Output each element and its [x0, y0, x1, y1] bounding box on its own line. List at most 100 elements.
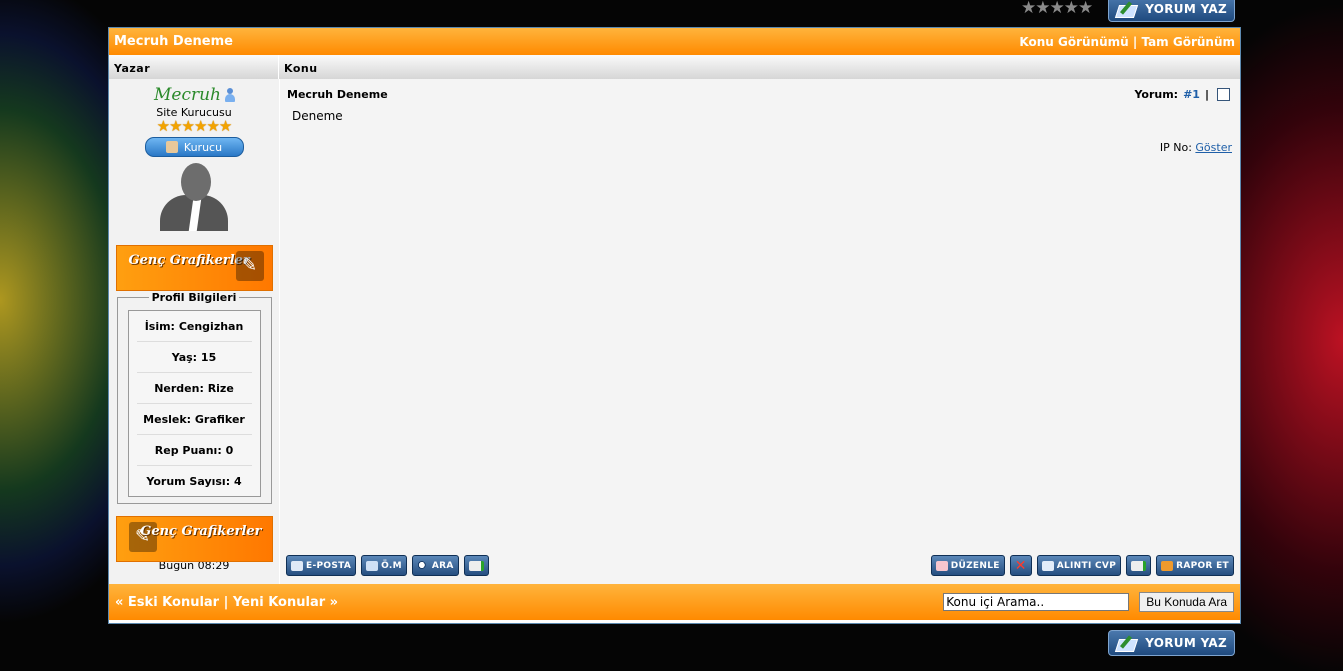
search-user-button[interactable]: ARA — [411, 555, 459, 576]
quote-icon — [1041, 560, 1054, 571]
profile-row: Meslek: Grafiker — [136, 404, 252, 435]
author-username[interactable]: Mecruh — [154, 85, 221, 105]
multi-quote-icon — [1131, 560, 1147, 571]
show-ip-link[interactable]: Göster — [1195, 141, 1232, 154]
reply-button-top[interactable]: YORUM YAZ — [1108, 0, 1235, 22]
thread-header: Mecruh Deneme Konu Görünümü | Tam Görünü… — [109, 28, 1240, 55]
select-post-checkbox[interactable] — [1217, 88, 1230, 101]
author-banner-top: Genç Grafikerler ✎ — [115, 245, 273, 291]
threaded-view-link[interactable]: Konu Görünümü — [1019, 35, 1128, 49]
post-title: Mecruh Deneme — [287, 88, 388, 101]
post-number: Yorum: #1 | — [1134, 88, 1230, 101]
ip-info: IP No: Göster — [1160, 141, 1232, 154]
reply-button-label: YORUM YAZ — [1145, 2, 1227, 16]
avatar-head — [181, 163, 211, 201]
brush-icon: ✎ — [235, 251, 264, 281]
thread-nav-links: « Eski Konular | Yeni Konular » — [115, 595, 338, 610]
post-content: Deneme — [292, 109, 343, 123]
post-footer: Bugün 08:29 E-POSTA Ö.M ARA DÜZENLE ✕ AL… — [109, 547, 1240, 584]
online-user-icon — [225, 88, 235, 102]
write-icon — [1115, 1, 1139, 17]
profile-value: 15 — [200, 350, 217, 364]
older-threads-link[interactable]: « Eski Konular — [115, 595, 219, 610]
rank-badge-label: Kurucu — [183, 140, 223, 154]
reply-button-bottom[interactable]: YORUM YAZ — [1108, 630, 1235, 656]
profile-value: Rize — [207, 381, 234, 395]
profile-value: 0 — [225, 443, 234, 457]
post-number-separator: | — [1204, 88, 1209, 101]
search-button-label: ARA — [431, 560, 454, 571]
nav-separator: | — [223, 594, 229, 610]
rank-stars: ★★★★★★ — [156, 117, 233, 135]
thread-title: Mecruh Deneme — [114, 34, 233, 49]
thread-search-button[interactable]: Bu Konuda Ara — [1139, 592, 1234, 612]
report-button-label: RAPOR ET — [1176, 560, 1229, 571]
view-mode-links: Konu Görünümü | Tam Görünüm — [1019, 35, 1235, 49]
top-toolbar: ★★★★★ YORUM YAZ — [1021, 0, 1235, 22]
profile-label: Rep Puanı: — [154, 443, 222, 457]
avatar — [158, 161, 230, 233]
profile-info-box: Profil Bilgileri İsim: Cengizhan Yaş: 15… — [116, 291, 272, 504]
private-message-button[interactable]: Ö.M — [361, 555, 407, 576]
multi-quote-button[interactable] — [1126, 555, 1152, 576]
profile-label: Meslek: — [143, 412, 192, 426]
email-button[interactable]: E-POSTA — [286, 555, 357, 576]
author-name-wrap: Mecruh — [154, 85, 235, 105]
report-button[interactable]: RAPOR ET — [1156, 555, 1234, 576]
add-user-icon — [468, 560, 484, 571]
email-button-label: E-POSTA — [306, 560, 352, 571]
profile-row: Rep Puanı: 0 — [136, 435, 252, 466]
edit-button-label: DÜZENLE — [950, 560, 1000, 571]
post-permalink[interactable]: #1 — [1183, 88, 1200, 101]
profile-list: İsim: Cengizhan Yaş: 15 Nerden: Rize Mes… — [127, 310, 261, 497]
newer-threads-link[interactable]: Yeni Konular » — [233, 595, 338, 610]
ip-label: IP No: — [1159, 141, 1192, 154]
write-icon — [1115, 635, 1139, 651]
profile-row: Yorum Sayısı: 4 — [137, 466, 252, 496]
delete-icon: ✕ — [1014, 557, 1027, 574]
thread-rating-stars[interactable]: ★★★★★ — [1021, 0, 1093, 18]
profile-value: Cengizhan — [178, 319, 244, 333]
pm-button-label: Ö.M — [381, 560, 402, 571]
post-action-bar: E-POSTA Ö.M ARA DÜZENLE ✕ ALINTI CVP RAP… — [280, 547, 1240, 584]
author-actions: E-POSTA Ö.M ARA — [286, 555, 489, 576]
profile-value: Grafiker — [194, 412, 245, 426]
search-icon — [416, 560, 429, 571]
author-panel: Mecruh Site Kurucusu ★★★★★★ Kurucu Genç … — [109, 79, 280, 562]
profile-label: Yorum Sayısı: — [146, 474, 231, 488]
author-banner-bottom: ✎ Genç Grafikerler — [115, 516, 273, 562]
profile-row: Nerden: Rize — [136, 373, 252, 404]
profile-label: Nerden: — [154, 381, 204, 395]
add-buddy-button[interactable] — [463, 555, 489, 576]
profile-row: Yaş: 15 — [136, 342, 252, 373]
message-icon — [366, 560, 379, 571]
post-number-label: Yorum: — [1134, 88, 1179, 101]
view-separator: | — [1132, 34, 1138, 49]
quote-button-label: ALINTI CVP — [1056, 560, 1117, 571]
banner-text: Genç Grafikerler — [140, 524, 262, 539]
thread-search-input[interactable] — [943, 593, 1130, 611]
post-body: Mecruh Deneme Yorum: #1 | Deneme IP No: … — [280, 79, 1240, 547]
post-row: Mecruh Site Kurucusu ★★★★★★ Kurucu Genç … — [109, 79, 1240, 562]
thread-panel: Mecruh Deneme Konu Görünümü | Tam Görünü… — [108, 27, 1241, 624]
column-headers: Yazar Konu — [109, 55, 1240, 79]
thread-navigation-bar: « Eski Konular | Yeni Konular » Bu Konud… — [109, 584, 1240, 620]
thread-search: Bu Konuda Ara — [943, 592, 1234, 612]
quote-reply-button[interactable]: ALINTI CVP — [1036, 555, 1122, 576]
edit-button[interactable]: DÜZENLE — [930, 555, 1005, 576]
author-column-header: Yazar — [109, 55, 279, 79]
banner-text: Genç Grafikerler — [128, 253, 250, 268]
user-badge-icon — [165, 141, 178, 153]
profile-value: 4 — [233, 474, 242, 488]
rank-badge: Kurucu — [144, 137, 244, 157]
profile-label: Yaş: — [171, 350, 198, 364]
delete-button[interactable]: ✕ — [1009, 555, 1032, 576]
profile-legend: Profil Bilgileri — [148, 291, 240, 304]
profile-row: İsim: Cengizhan — [136, 311, 252, 342]
profile-label: İsim: — [144, 319, 175, 333]
full-view-link[interactable]: Tam Görünüm — [1141, 35, 1235, 49]
envelope-icon — [291, 560, 303, 571]
topic-column-header: Konu — [279, 55, 1240, 79]
edit-icon — [935, 560, 948, 571]
post-actions: DÜZENLE ✕ ALINTI CVP RAPOR ET — [930, 555, 1234, 576]
